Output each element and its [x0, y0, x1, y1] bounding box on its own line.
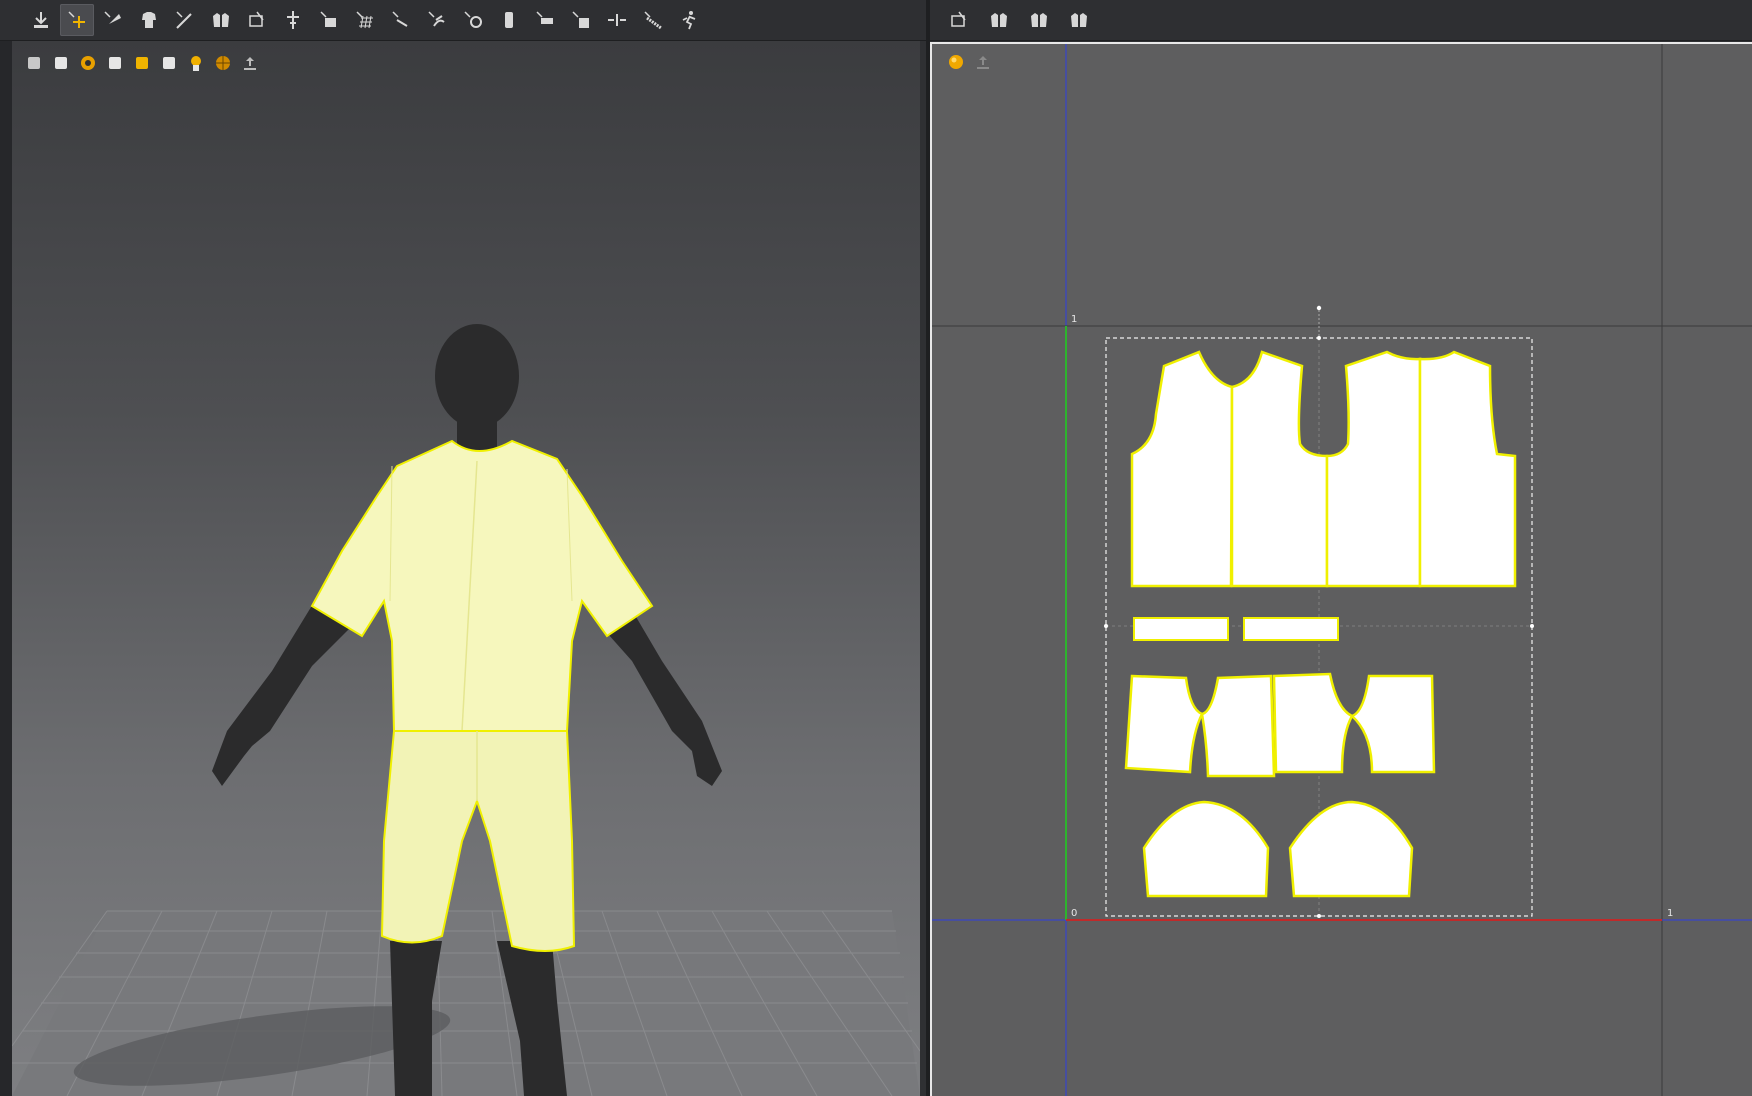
2d-pattern-panel: 1 0 1	[930, 0, 1752, 1096]
tape-measure-icon	[644, 11, 662, 30]
shrink-icon	[608, 14, 626, 26]
select-mesh-tool-button[interactable]	[24, 4, 58, 36]
2d-pattern-window[interactable]: 1 0 1	[930, 42, 1752, 1096]
select-move-tool-button[interactable]	[60, 4, 94, 36]
arrangement-point-icon	[249, 11, 264, 27]
arrangement-point-tool-button[interactable]	[240, 4, 274, 36]
3d-view-panel	[0, 0, 926, 1096]
walk-icon	[682, 11, 696, 30]
3d-scene[interactable]	[12, 41, 920, 1096]
steam-tool-button[interactable]	[420, 4, 454, 36]
steam-icon	[428, 11, 445, 27]
pattern-snapshot-button[interactable]	[942, 4, 976, 36]
pattern-sleeve-left[interactable]	[1142, 800, 1270, 898]
pattern-snapshot-icon	[951, 11, 966, 27]
3d-viewport[interactable]	[12, 41, 920, 1096]
arrange-pieces-icon	[1031, 13, 1047, 27]
symmetry-pieces-icon	[1071, 13, 1087, 27]
pattern-front-bodice[interactable]	[1130, 350, 1329, 588]
walk-tool-button[interactable]	[672, 4, 706, 36]
button-icon	[505, 12, 513, 28]
arrange-pieces-button[interactable]	[1022, 4, 1056, 36]
fold-arrangement-tool-button[interactable]	[96, 4, 130, 36]
axis-label-right: 1	[1667, 908, 1674, 919]
pin-tool-button[interactable]	[276, 4, 310, 36]
measure-tool-button[interactable]	[384, 4, 418, 36]
strengthen-tool-button[interactable]	[564, 4, 598, 36]
pattern-sleeve-right[interactable]	[1288, 800, 1414, 898]
fold-icon	[320, 11, 336, 27]
flat-tool-button[interactable]	[528, 4, 562, 36]
measure-icon	[392, 11, 408, 27]
selection-handle-top[interactable]	[1317, 336, 1321, 340]
selection-handle-bottom[interactable]	[1317, 914, 1321, 918]
axis-label-origin: 0	[1071, 908, 1078, 919]
tack-tool-button[interactable]	[168, 4, 202, 36]
garment-snapshot-button[interactable]	[982, 4, 1016, 36]
strengthen-icon	[572, 11, 589, 28]
symmetry-pieces-button[interactable]	[1062, 4, 1096, 36]
select-mesh-icon	[34, 12, 48, 28]
pattern-back-bodice[interactable]	[1325, 350, 1517, 588]
rotation-handle[interactable]	[1316, 305, 1322, 311]
select-move-icon	[68, 11, 85, 28]
tack-icon	[176, 11, 192, 29]
garment-fit-icon	[142, 12, 156, 28]
shirt-3d	[310, 439, 654, 732]
2d-pattern-toolbar	[930, 0, 1752, 41]
pattern-neckband-left[interactable]	[1133, 617, 1229, 641]
3d-view-toolbar	[0, 0, 926, 41]
panel-edge	[0, 41, 12, 1096]
garment-fit-tool-button[interactable]	[132, 4, 166, 36]
axis-label-top: 1	[1071, 314, 1078, 325]
selection-handle-left[interactable]	[1104, 624, 1108, 628]
garment-snapshot-icon	[991, 13, 1007, 27]
selection-handle-right[interactable]	[1530, 624, 1534, 628]
flat-icon	[536, 11, 553, 24]
pattern-shorts-back[interactable]	[1272, 672, 1436, 774]
symmetry-pattern-icon	[213, 13, 229, 27]
fold-tool-button[interactable]	[312, 4, 346, 36]
avatar-point-tool-button[interactable]	[456, 4, 490, 36]
grid-texture-icon	[356, 11, 373, 29]
avatar-point-icon	[464, 11, 482, 28]
grid-texture-tool-button[interactable]	[348, 4, 382, 36]
pattern-neckband-right[interactable]	[1243, 617, 1339, 641]
pattern-canvas[interactable]	[932, 44, 1752, 1096]
fold-arrangement-icon	[104, 11, 121, 24]
symmetry-pattern-tool-button[interactable]	[204, 4, 238, 36]
pattern-shorts-front[interactable]	[1124, 674, 1276, 778]
tape-measure-tool-button[interactable]	[636, 4, 670, 36]
shrink-tool-button[interactable]	[600, 4, 634, 36]
button-tool-button[interactable]	[492, 4, 526, 36]
pin-icon	[287, 11, 299, 29]
